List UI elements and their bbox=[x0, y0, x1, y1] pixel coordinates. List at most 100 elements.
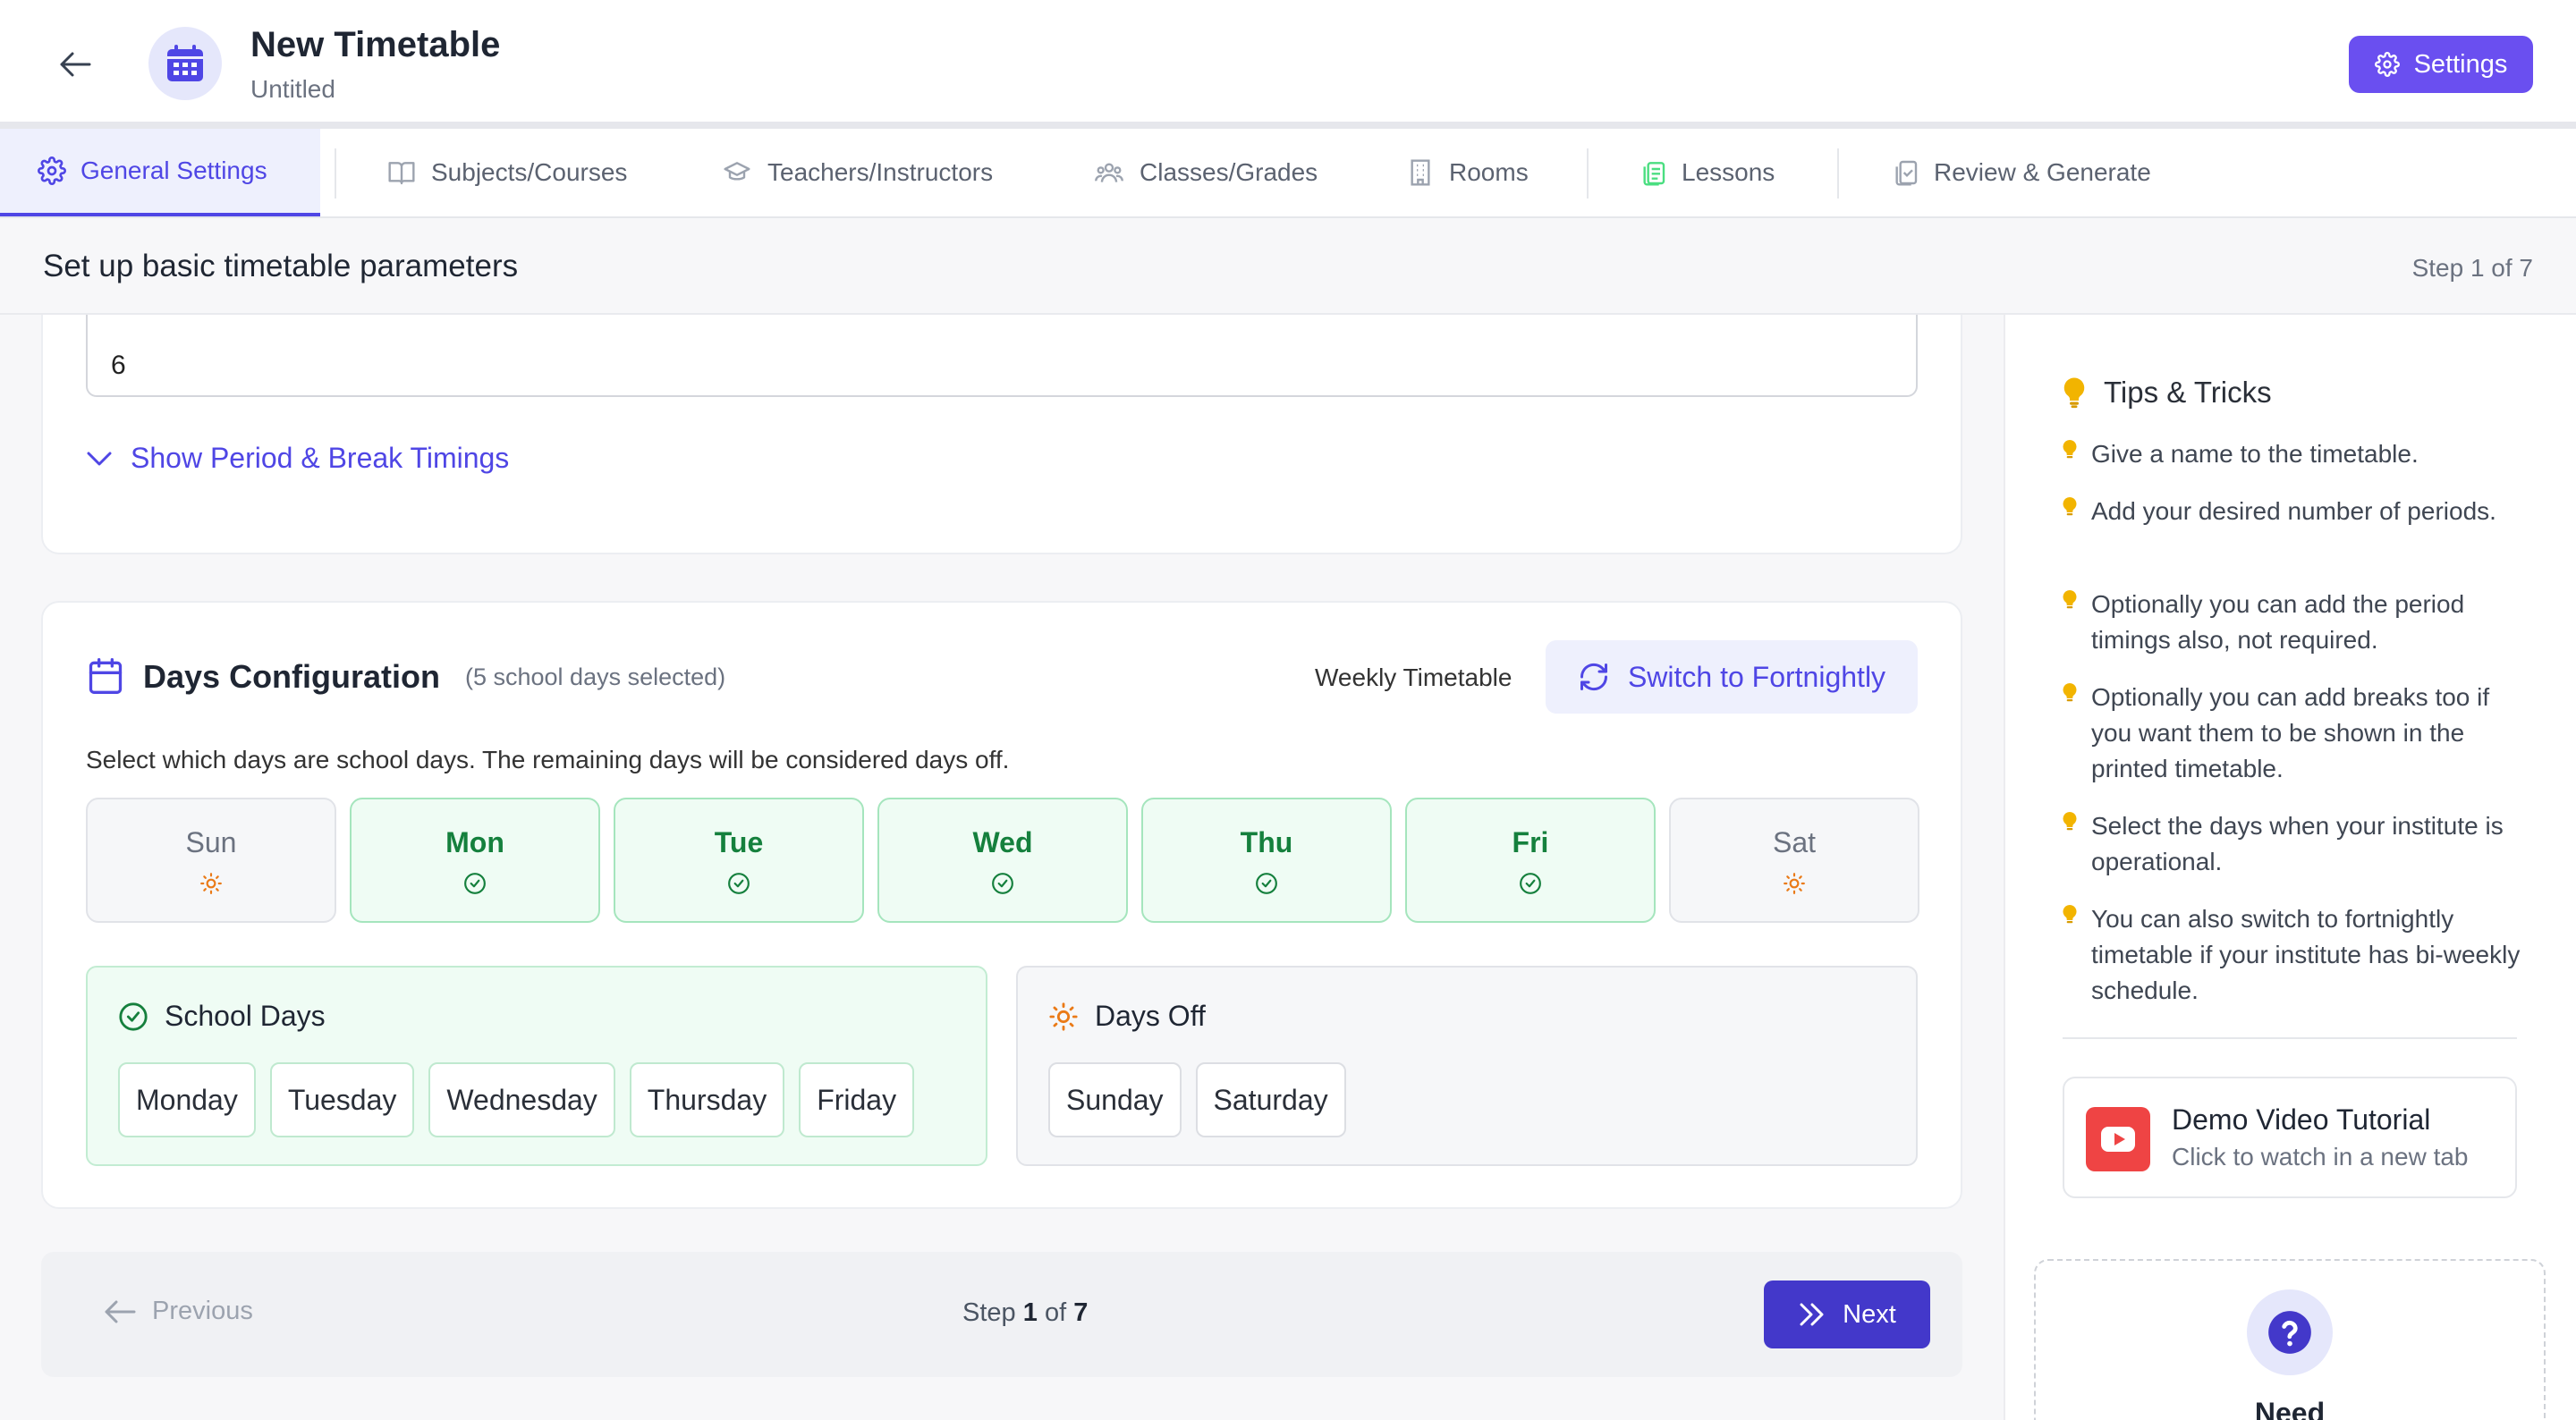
switch-fortnightly-button[interactable]: Switch to Fortnightly bbox=[1546, 640, 1918, 714]
tab-label: Subjects/Courses bbox=[431, 158, 628, 186]
school-day-chip: Friday bbox=[799, 1062, 915, 1137]
tab-lessons[interactable]: Lessons bbox=[1639, 129, 1775, 216]
timetable-mode-label: Weekly Timetable bbox=[1315, 664, 1513, 691]
school-day-chip: Wednesday bbox=[428, 1062, 615, 1137]
sidebar-divider bbox=[2063, 1037, 2517, 1039]
days-off-list: Sunday Saturday bbox=[1048, 1062, 1346, 1137]
show-timings-label: Show Period & Break Timings bbox=[131, 442, 510, 474]
calendar-icon bbox=[89, 658, 123, 694]
step-tabs: General Settings Subjects/Courses Teache… bbox=[0, 129, 2576, 218]
check-circle-icon bbox=[728, 873, 750, 894]
days-description: Select which days are school days. The r… bbox=[86, 746, 1010, 773]
day-toggle-tue[interactable]: Tue bbox=[614, 798, 864, 923]
day-toggle-mon[interactable]: Mon bbox=[350, 798, 600, 923]
settings-button[interactable]: Settings bbox=[2349, 36, 2533, 93]
tab-review-generate[interactable]: Review & Generate bbox=[1891, 129, 2151, 216]
day-toggle-fri[interactable]: Fri bbox=[1405, 798, 1656, 923]
day-toggle-thu[interactable]: Thu bbox=[1141, 798, 1392, 923]
day-toggle-sun[interactable]: Sun bbox=[86, 798, 336, 923]
demo-title: Demo Video Tutorial bbox=[2172, 1103, 2431, 1136]
graduation-cap-icon bbox=[724, 162, 750, 181]
app-header: New Timetable Untitled Settings bbox=[0, 0, 2576, 129]
day-off-chip: Saturday bbox=[1195, 1062, 1346, 1137]
tip-item: Optionally you can add breaks too if you… bbox=[2061, 680, 2526, 787]
days-selected-count: (5 school days selected) bbox=[465, 664, 726, 690]
lightbulb-icon bbox=[2063, 377, 2085, 409]
help-title: Need help? bbox=[2254, 1397, 2326, 1420]
school-day-chip: Thursday bbox=[629, 1062, 785, 1137]
school-days-title: School Days bbox=[165, 1000, 326, 1032]
school-day-chip: Tuesday bbox=[269, 1062, 415, 1137]
tab-classes[interactable]: Classes/Grades bbox=[1093, 129, 1318, 216]
check-circle-icon bbox=[1520, 873, 1541, 894]
day-toggle-wed[interactable]: Wed bbox=[877, 798, 1128, 923]
tip-item: Select the days when your institute is o… bbox=[2061, 808, 2526, 880]
school-day-chip: Monday bbox=[118, 1062, 256, 1137]
demo-video-link[interactable]: Demo Video Tutorial Click to watch in a … bbox=[2063, 1077, 2517, 1198]
sun-icon bbox=[200, 873, 222, 894]
school-days-header: School Days bbox=[118, 1000, 326, 1033]
step-total: 7 bbox=[1073, 1298, 1089, 1327]
days-off-panel: Days Off Sunday Saturday bbox=[1016, 966, 1918, 1166]
gear-icon bbox=[2374, 52, 2400, 77]
lightbulb-icon bbox=[2063, 812, 2077, 831]
users-icon bbox=[1095, 163, 1123, 182]
school-days-list: Monday Tuesday Wednesday Thursday Friday bbox=[118, 1062, 915, 1137]
chevron-down-icon bbox=[87, 452, 112, 465]
day-label: Mon bbox=[445, 826, 504, 858]
youtube-icon bbox=[2086, 1107, 2150, 1171]
next-button[interactable]: Next bbox=[1764, 1281, 1930, 1348]
day-toggle-sat[interactable]: Sat bbox=[1669, 798, 1919, 923]
copy-document-icon bbox=[1643, 162, 1665, 186]
day-label: Thu bbox=[1240, 826, 1293, 858]
tab-divider bbox=[335, 148, 336, 199]
building-icon bbox=[1411, 159, 1430, 186]
tip-text: Add your desired number of periods. bbox=[2091, 497, 2496, 525]
show-timings-toggle[interactable]: Show Period & Break Timings bbox=[86, 442, 509, 475]
page-title: New Timetable bbox=[250, 25, 501, 64]
tab-rooms[interactable]: Rooms bbox=[1406, 129, 1529, 216]
tip-text: Optionally you can add the period timing… bbox=[2091, 590, 2465, 654]
lightbulb-icon bbox=[2063, 590, 2077, 609]
tips-header: Tips & Tricks bbox=[2061, 376, 2272, 410]
day-label: Sun bbox=[185, 826, 237, 858]
step-header: Set up basic timetable parameters Step 1… bbox=[0, 218, 2576, 315]
sun-icon bbox=[1049, 1002, 1078, 1031]
double-chevron-right-icon bbox=[1800, 1303, 1824, 1326]
days-config-title: Days Configuration bbox=[143, 658, 441, 695]
timetable-name: Untitled bbox=[250, 75, 335, 103]
lightbulb-icon bbox=[2063, 683, 2077, 702]
next-label: Next bbox=[1843, 1299, 1896, 1329]
sun-icon bbox=[1784, 873, 1805, 894]
tip-text: Optionally you can add breaks too if you… bbox=[2091, 683, 2490, 782]
tab-teachers[interactable]: Teachers/Instructors bbox=[721, 129, 993, 216]
previous-button[interactable]: Previous bbox=[104, 1297, 253, 1326]
step-counter: Step 1 of 7 bbox=[962, 1298, 1088, 1328]
school-days-panel: School Days Monday Tuesday Wednesday Thu… bbox=[86, 966, 987, 1166]
days-off-header: Days Off bbox=[1048, 1000, 1206, 1033]
tab-label: General Settings bbox=[80, 156, 267, 184]
tip-item: Optionally you can add the period timing… bbox=[2061, 587, 2526, 658]
tab-general-settings[interactable]: General Settings bbox=[0, 129, 320, 216]
day-label: Wed bbox=[972, 826, 1033, 858]
book-icon bbox=[388, 162, 415, 185]
question-circle-icon bbox=[2247, 1289, 2333, 1375]
tab-divider bbox=[1587, 148, 1589, 199]
tab-subjects[interactable]: Subjects/Courses bbox=[386, 129, 627, 216]
arrow-left-icon bbox=[105, 1300, 136, 1323]
day-label: Sat bbox=[1772, 826, 1817, 858]
previous-label: Previous bbox=[152, 1297, 253, 1325]
step-of: of bbox=[1044, 1298, 1067, 1327]
step-title: Set up basic timetable parameters bbox=[43, 249, 519, 283]
check-circle-icon bbox=[464, 873, 486, 894]
lightbulb-icon bbox=[2063, 497, 2077, 516]
day-label: Tue bbox=[714, 826, 764, 858]
periods-input[interactable] bbox=[86, 315, 1918, 397]
tab-label: Review & Generate bbox=[1934, 158, 2151, 186]
settings-label: Settings bbox=[2413, 49, 2508, 79]
tab-label: Classes/Grades bbox=[1140, 158, 1318, 186]
demo-subtitle: Click to watch in a new tab bbox=[2172, 1143, 2469, 1171]
back-button[interactable] bbox=[52, 43, 98, 86]
tab-divider bbox=[1837, 148, 1839, 199]
tip-text: You can also switch to fortnightly timet… bbox=[2091, 905, 2521, 1004]
